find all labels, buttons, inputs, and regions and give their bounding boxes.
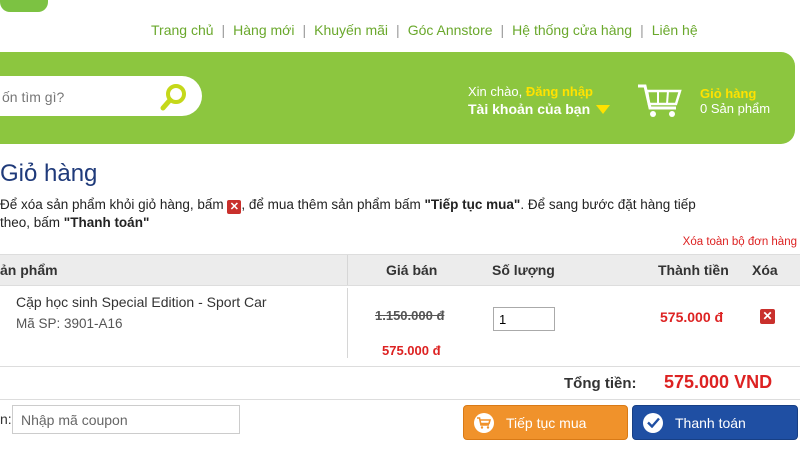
nav-contact[interactable]: Liên hệ	[652, 22, 698, 38]
product-sku: Mã SP: 3901-A16	[16, 316, 123, 331]
nav-annstore-corner[interactable]: Góc Annstore	[408, 22, 493, 38]
product-name[interactable]: Cặp học sinh Special Edition - Sport Car	[16, 294, 267, 310]
checkout-label: Thanh toán	[675, 414, 746, 431]
account-label: Tài khoản của bạn	[468, 101, 591, 117]
header-price: Giá bán	[386, 262, 438, 278]
instructions-part: theo, bấm	[0, 215, 64, 230]
search-icon[interactable]	[160, 83, 188, 111]
line-subtotal: 575.000 đ	[660, 309, 724, 325]
nav-separator: |	[302, 22, 307, 38]
search-box	[0, 76, 202, 116]
original-price: 1.150.000 đ	[375, 308, 445, 323]
coupon-input[interactable]	[12, 405, 240, 434]
cart-title: Giỏ hàng	[700, 86, 757, 101]
table-row: Cặp học sinh Special Edition - Sport Car…	[0, 286, 800, 366]
header-delete: Xóa	[752, 262, 778, 278]
continue-shopping-button[interactable]: Tiếp tục mua	[463, 405, 628, 440]
account-area: Xin chào, Đăng nhập Tài khoản của bạn	[468, 84, 611, 117]
nav-new-products[interactable]: Hàng mới	[233, 22, 294, 38]
instructions-part: Để xóa sản phẩm khỏi giỏ hàng, bấm	[0, 197, 228, 212]
nav-promotions[interactable]: Khuyến mãi	[314, 22, 388, 38]
remove-item-icon[interactable]: ✕	[760, 309, 775, 324]
divider	[0, 366, 800, 367]
instructions-checkout: "Thanh toán"	[63, 215, 150, 230]
column-divider	[347, 255, 348, 285]
cart-count: 0 Sản phẩm	[700, 101, 771, 116]
table-header: ản phẩm Giá bán Số lượng Thành tiền Xóa	[0, 254, 800, 286]
chevron-down-icon	[596, 104, 611, 114]
account-dropdown[interactable]: Tài khoản của bạn	[468, 101, 611, 117]
coupon-label: n:	[0, 411, 12, 427]
cart-summary[interactable]: Giỏ hàng 0 Sản phẩm	[700, 86, 770, 116]
instructions-continue: "Tiếp tục mua"	[424, 197, 521, 212]
cart-icon[interactable]	[636, 80, 684, 120]
nav-store-system[interactable]: Hệ thống cửa hàng	[512, 22, 632, 38]
checkmark-icon	[643, 412, 663, 433]
quantity-input[interactable]	[493, 307, 555, 331]
nav-separator: |	[500, 22, 505, 38]
instructions-text: Để xóa sản phẩm khỏi giỏ hàng, bấm ✕, để…	[0, 196, 790, 232]
greeting-text: Xin chào,	[468, 84, 526, 99]
login-link[interactable]: Đăng nhập	[526, 84, 593, 99]
page-title: Giỏ hàng	[0, 160, 98, 187]
instructions-part: . Để sang bước đặt hàng tiếp	[520, 197, 696, 212]
site-logo[interactable]	[0, 0, 48, 12]
instructions-part: , để mua thêm sản phẩm bấm	[241, 197, 425, 212]
clear-cart-link[interactable]: Xóa toàn bộ đơn hàng	[683, 236, 797, 248]
delete-icon: ✕	[227, 200, 242, 214]
total-value: 575.000 VND	[664, 372, 773, 392]
nav-home[interactable]: Trang chủ	[151, 22, 214, 38]
header-product: ản phẩm	[0, 262, 58, 278]
cart-icon	[474, 412, 494, 433]
header-qty: Số lượng	[492, 262, 555, 278]
header-subtotal: Thành tiền	[658, 262, 729, 278]
nav-separator: |	[221, 22, 226, 38]
divider	[0, 399, 800, 400]
nav-separator: |	[396, 22, 400, 38]
column-divider	[347, 288, 348, 358]
continue-shopping-label: Tiếp tục mua	[506, 414, 587, 431]
nav-separator: |	[640, 22, 644, 38]
top-navigation: Trang chủ | Hàng mới | Khuyến mãi | Góc Annsto…	[151, 22, 698, 38]
search-input[interactable]	[0, 86, 154, 108]
sale-price: 575.000 đ	[382, 343, 441, 358]
total-label: Tổng tiền:	[564, 375, 637, 392]
checkout-button[interactable]: Thanh toán	[632, 405, 798, 440]
